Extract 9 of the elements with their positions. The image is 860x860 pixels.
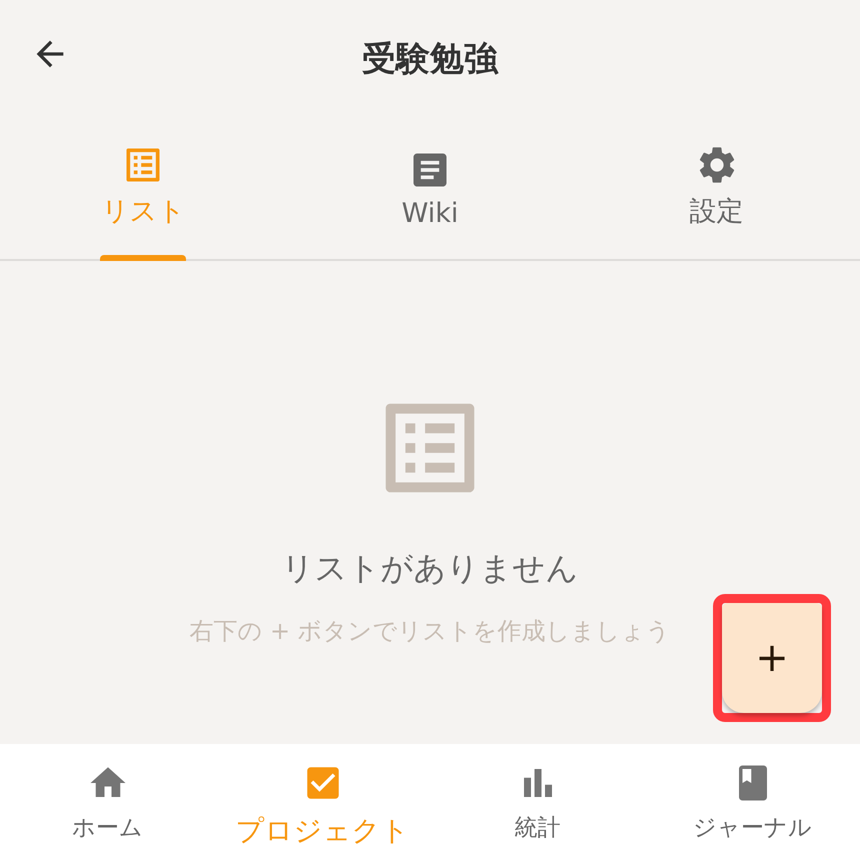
add-button[interactable]: + <box>722 603 822 713</box>
page-title: 受験勉強 <box>362 38 498 81</box>
nav-item[interactable]: 統計 <box>430 744 645 860</box>
empty-hint: 右下の + ボタンでリストを作成しましょう <box>189 616 671 646</box>
empty-title: リストがありません <box>282 548 578 588</box>
tab[interactable]: 設定 <box>573 118 860 259</box>
nav-item[interactable]: ジャーナル <box>645 744 860 860</box>
nav-item[interactable]: ホーム <box>0 744 215 860</box>
tab[interactable]: Wiki <box>286 118 574 259</box>
